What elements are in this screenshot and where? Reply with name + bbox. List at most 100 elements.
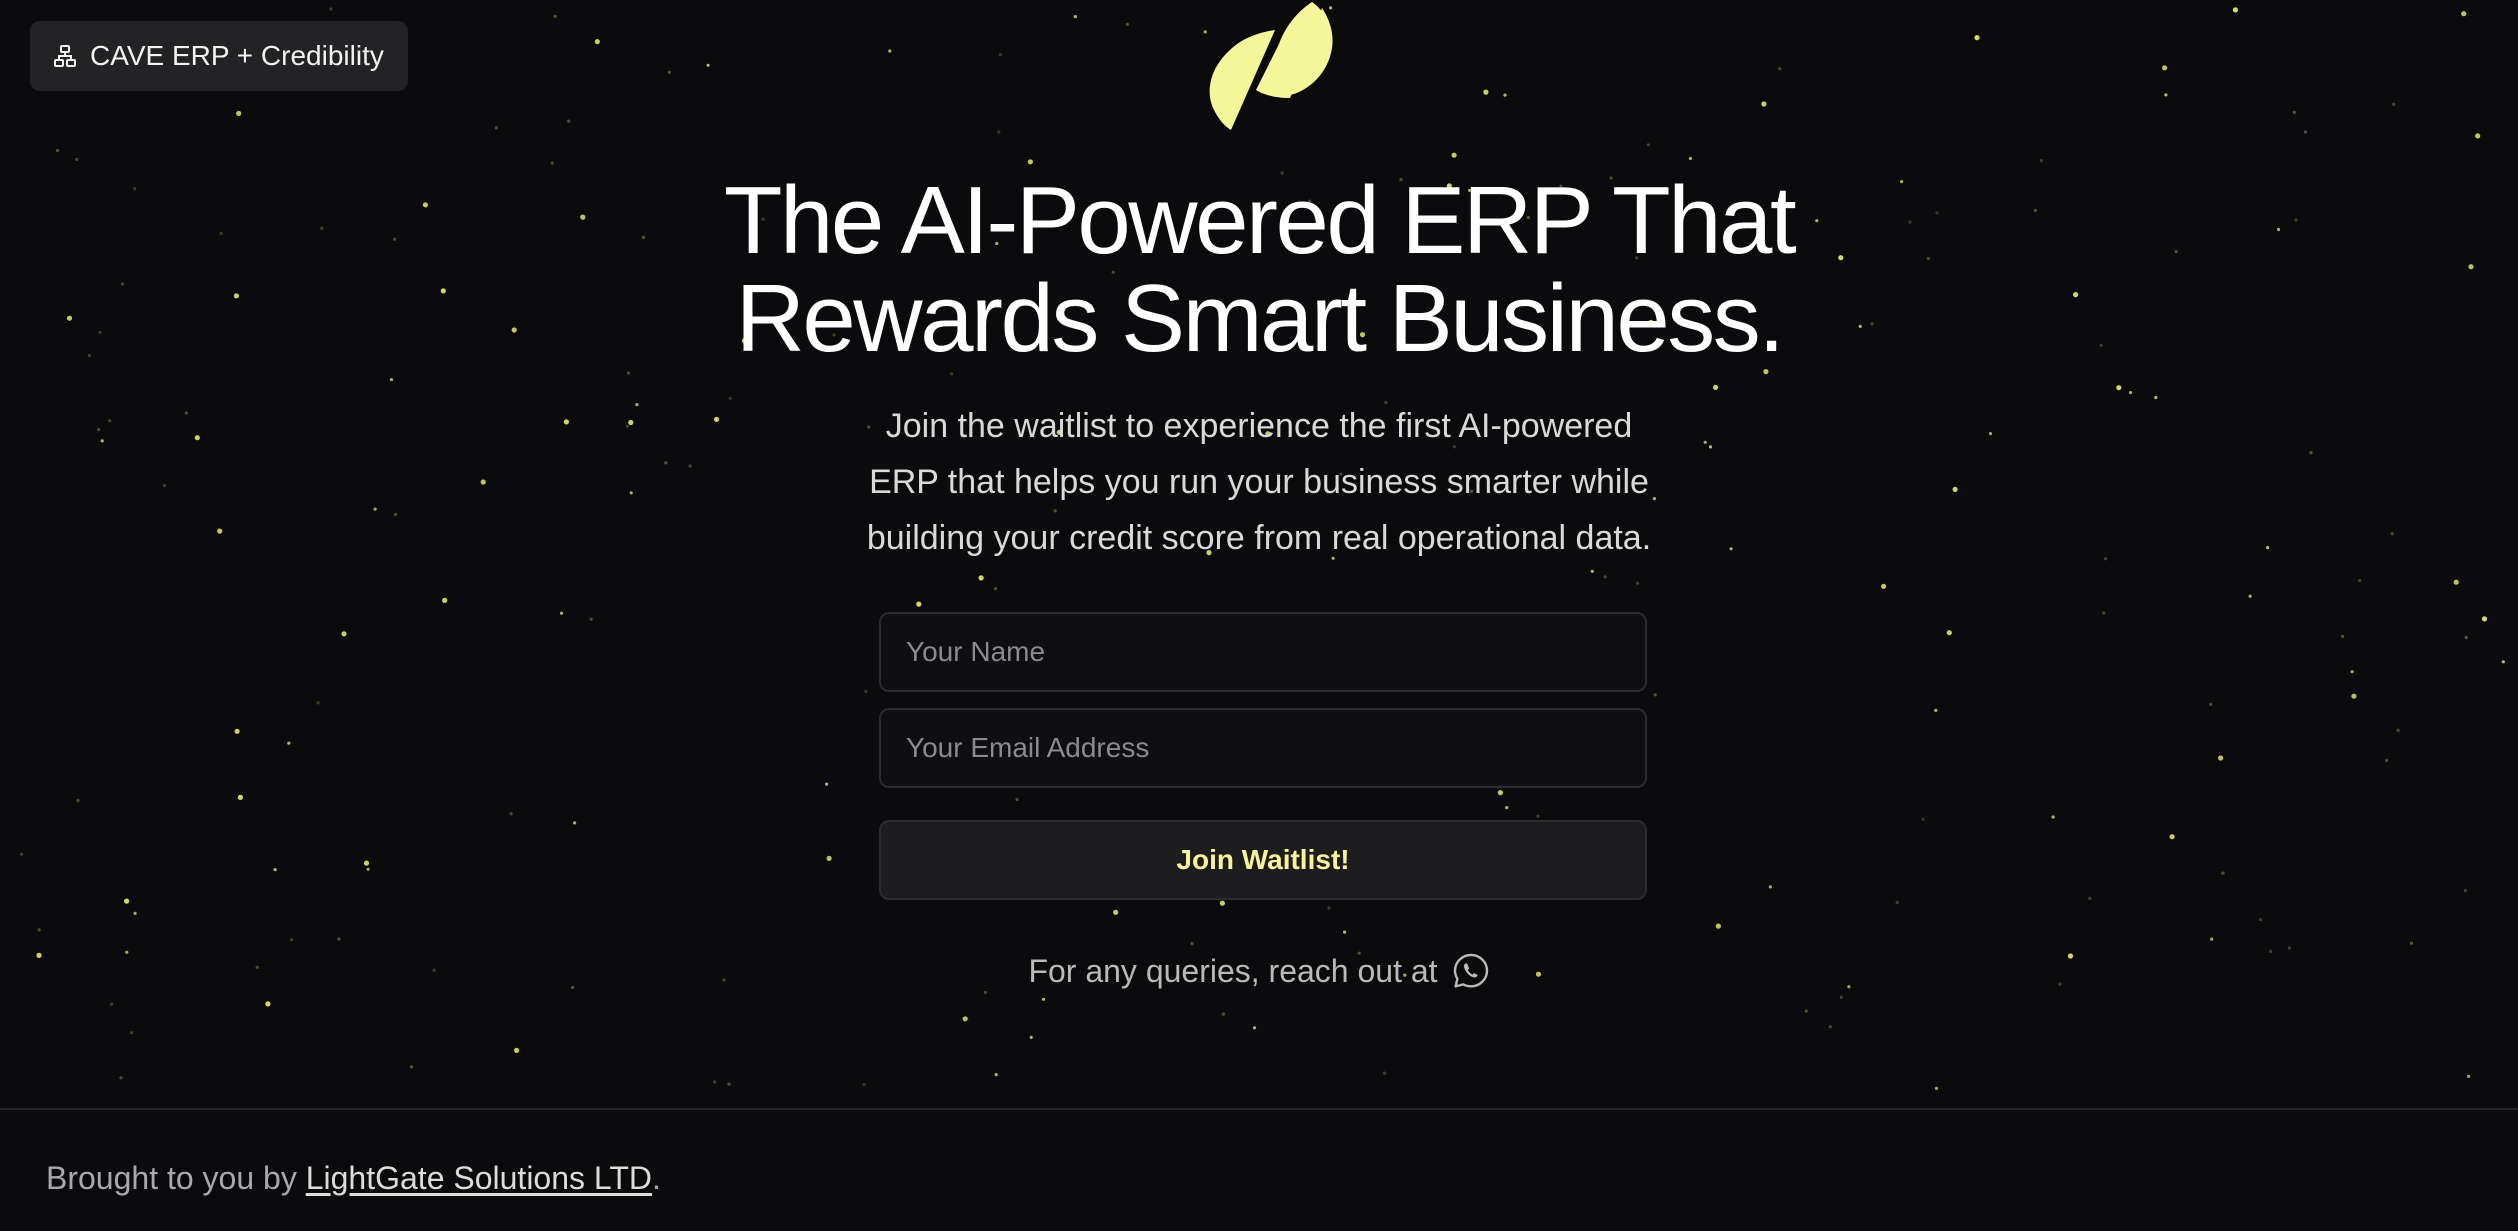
star-dot [550, 161, 554, 165]
star-dot [2475, 133, 2481, 139]
star-dot [1934, 1086, 1939, 1090]
page-title: The AI-Powered ERP That Rewards Smart Bu… [0, 172, 2518, 368]
star-dot [573, 821, 577, 825]
star-dot [2453, 579, 2459, 585]
star-dot [108, 419, 112, 423]
star-dot [290, 938, 294, 942]
star-dot [2351, 693, 2357, 699]
star-dot [1921, 817, 1925, 822]
star-dot [2210, 937, 2214, 941]
star-dot [1190, 941, 1194, 946]
star-dot [162, 483, 166, 488]
star-dot [1729, 547, 1733, 551]
star-dot [983, 990, 988, 995]
star-dot [2481, 616, 2488, 622]
contact-text: For any queries, reach out at [1028, 952, 1438, 989]
star-dot [1536, 814, 1540, 818]
star-dot [994, 587, 998, 591]
star-dot [1761, 101, 1767, 107]
star-dot [2039, 159, 2043, 163]
star-dot [2358, 578, 2362, 583]
whatsapp-icon[interactable] [1452, 952, 1490, 990]
brand-badge[interactable]: CAVE ERP + Credibility [30, 21, 408, 91]
star-dot [2392, 102, 2396, 106]
star-dot [950, 372, 954, 376]
subtitle-line-2: ERP that helps you run your business sma… [869, 463, 1649, 501]
star-dot [194, 435, 200, 441]
star-dot [133, 911, 137, 916]
star-dot [2303, 130, 2308, 134]
star-dot [1839, 995, 1843, 999]
star-dot [1952, 486, 1958, 492]
name-input[interactable] [879, 612, 1647, 692]
star-dot [2104, 557, 2108, 561]
star-dot [316, 701, 320, 705]
star-dot [2501, 660, 2505, 664]
star-dot [341, 631, 347, 637]
star-dot [998, 53, 1002, 57]
star-dot [825, 782, 829, 786]
waitlist-page: CAVE ERP + Credibility The AI-Powered ER… [0, 0, 2518, 1231]
star-dot [20, 852, 24, 856]
star-dot [1015, 797, 1019, 802]
star-dot [628, 419, 634, 426]
star-dot [1636, 581, 1640, 585]
star-dot [2350, 670, 2354, 674]
page-subtitle: Join the waitlist to experience the firs… [809, 398, 1709, 566]
star-dot [1881, 583, 1887, 589]
star-dot [594, 39, 600, 45]
star-dot [1113, 909, 1119, 915]
star-dot [2341, 634, 2345, 639]
footer: Brought to you by LightGate Solutions LT… [46, 1160, 661, 1197]
star-dot [667, 70, 672, 74]
star-dot [629, 491, 633, 495]
star-dot [366, 867, 370, 871]
star-dot [1590, 569, 1594, 573]
star-dot [1946, 630, 1952, 636]
star-dot [635, 403, 639, 407]
star-dot [55, 148, 60, 153]
star-dot [2162, 65, 2168, 71]
star-dot [1804, 1009, 1808, 1013]
subtitle-line-3: building your credit score from real ope… [866, 519, 1652, 557]
star-dot [1252, 1026, 1257, 1030]
star-dot [1828, 1025, 1832, 1029]
star-dot [237, 794, 243, 801]
star-dot [217, 528, 223, 534]
star-dot [494, 126, 498, 130]
star-dot [480, 479, 486, 485]
star-dot [509, 812, 513, 816]
star-dot [2464, 635, 2468, 640]
star-dot [2266, 546, 2270, 550]
star-dot [389, 378, 394, 382]
star-dot [1653, 693, 1657, 697]
star-dot [2051, 815, 2055, 819]
star-dot [994, 1073, 998, 1077]
footer-divider [0, 1108, 2518, 1110]
subtitle-line-1: Join the waitlist to experience the firs… [885, 407, 1633, 445]
email-input[interactable] [879, 708, 1647, 788]
star-dot [130, 1031, 134, 1035]
join-waitlist-button[interactable]: Join Waitlist! [879, 820, 1647, 900]
star-dot [2463, 888, 2467, 893]
brand-logo-icon [1209, 2, 1333, 130]
company-link[interactable]: LightGate Solutions LTD [306, 1160, 652, 1196]
star-dot [2116, 385, 2122, 391]
star-dot [119, 1076, 123, 1080]
brand-badge-label: CAVE ERP + Credibility [90, 40, 384, 71]
star-dot [110, 1002, 114, 1006]
star-dot [265, 1001, 271, 1007]
star-dot [2209, 702, 2213, 707]
star-dot [37, 928, 41, 932]
star-dot [978, 575, 984, 581]
star-dot [1221, 1012, 1225, 1016]
star-dot [1778, 67, 1782, 71]
star-dot [1497, 790, 1503, 796]
star-dot [329, 7, 333, 11]
star-dot [864, 689, 868, 694]
star-dot [888, 49, 892, 53]
page-title-line-1: The AI-Powered ERP That [723, 167, 1797, 274]
star-dot [862, 1082, 866, 1087]
star-dot [1343, 930, 1347, 934]
star-dot [1041, 997, 1046, 1001]
